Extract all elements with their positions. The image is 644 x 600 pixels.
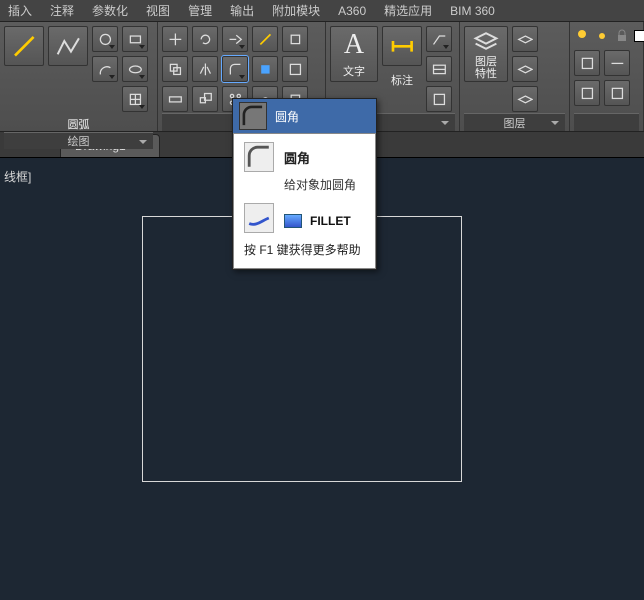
lay3[interactable] <box>512 86 538 112</box>
dim-button[interactable] <box>382 26 422 66</box>
anno3-btn[interactable] <box>426 86 452 112</box>
tooltip-icon <box>244 142 274 172</box>
prop3[interactable] <box>574 80 600 106</box>
panel-draw-title[interactable]: 绘图 <box>4 132 153 149</box>
prop2[interactable] <box>604 50 630 76</box>
arc-label: 圆弧 <box>49 116 109 132</box>
sun-icon <box>594 28 610 44</box>
more2-btn[interactable] <box>282 56 308 82</box>
menu-output[interactable]: 输出 <box>230 2 254 19</box>
rect-btn[interactable] <box>122 26 148 52</box>
menu-insert[interactable]: 插入 <box>8 2 32 19</box>
layer-props-button[interactable]: 图层 特性 <box>464 26 508 82</box>
command-name: FILLET <box>310 214 351 228</box>
trim-btn[interactable] <box>222 26 248 52</box>
menu-a360[interactable]: A360 <box>338 4 366 18</box>
panel-prop-title[interactable] <box>574 113 639 131</box>
visual-style-label[interactable]: 线框] <box>4 168 31 185</box>
hatch-btn[interactable] <box>122 86 148 112</box>
ellipse-btn[interactable] <box>122 56 148 82</box>
menu-parametric[interactable]: 参数化 <box>92 2 128 19</box>
line-button[interactable] <box>4 26 44 66</box>
menu-view[interactable]: 视图 <box>146 2 170 19</box>
lay2[interactable] <box>512 56 538 82</box>
menu-addons[interactable]: 附加模块 <box>272 2 320 19</box>
tooltip-title: 圆角 <box>284 148 310 167</box>
fillet-btn[interactable] <box>222 56 248 82</box>
panel-layers: 图层 特性 图层 <box>460 22 570 131</box>
panel-draw-title-text: 绘图 <box>68 133 90 149</box>
panel-properties: 0 <box>570 22 644 131</box>
stretch-btn[interactable] <box>162 86 188 112</box>
prop1[interactable] <box>574 50 600 76</box>
panel-layers-title-text: 图层 <box>504 115 526 131</box>
fillet-tooltip: 圆角 给对象加圆角 FILLET 按 F1 键获得更多帮助 <box>233 133 376 269</box>
menu-manage[interactable]: 管理 <box>188 2 212 19</box>
dim-label: 标注 <box>391 72 413 88</box>
tooltip-desc: 给对象加圆角 <box>284 176 361 193</box>
flyout-fillet[interactable]: 圆角 <box>233 99 376 133</box>
bulb-icon <box>574 28 590 44</box>
menu-featured[interactable]: 精选应用 <box>384 2 432 19</box>
panel-layers-title[interactable]: 图层 <box>464 113 565 131</box>
lock-icon <box>614 28 630 44</box>
text-button[interactable]: A 文字 <box>330 26 378 82</box>
chamfer-tooltip-icon <box>244 203 274 233</box>
menu-bim360[interactable]: BIM 360 <box>450 4 495 18</box>
layer-props-label: 图层 特性 <box>475 56 497 80</box>
mirror-btn[interactable] <box>192 56 218 82</box>
table-btn[interactable] <box>426 56 452 82</box>
copy-btn[interactable] <box>162 56 188 82</box>
panel-draw: 圆弧 绘图 <box>0 22 158 131</box>
fillet-flyout: 圆角 圆角 给对象加圆角 FILLET 按 F1 键获得更多帮助 <box>232 98 377 270</box>
text-button-label: 文字 <box>343 63 365 79</box>
chamfer-btn[interactable] <box>252 56 278 82</box>
lay1[interactable] <box>512 26 538 52</box>
more1-btn[interactable] <box>282 26 308 52</box>
tooltip-help: 按 F1 键获得更多帮助 <box>244 241 361 258</box>
extend-btn[interactable] <box>252 26 278 52</box>
arc-btn[interactable] <box>92 56 118 82</box>
circle-btn[interactable] <box>92 26 118 52</box>
menu-annotate[interactable]: 注释 <box>50 2 74 19</box>
rotate-btn[interactable] <box>192 26 218 52</box>
move-btn[interactable] <box>162 26 188 52</box>
menu-bar: 插入 注释 参数化 视图 管理 输出 附加模块 A360 精选应用 BIM 36… <box>0 0 644 22</box>
color-swatch[interactable] <box>634 30 644 42</box>
flyout-fillet-label: 圆角 <box>275 108 299 125</box>
scale-btn[interactable] <box>192 86 218 112</box>
fillet-icon <box>239 102 267 130</box>
command-icon <box>284 214 302 228</box>
leader-btn[interactable] <box>426 26 452 52</box>
polyline-button[interactable] <box>48 26 88 66</box>
prop4[interactable] <box>604 80 630 106</box>
